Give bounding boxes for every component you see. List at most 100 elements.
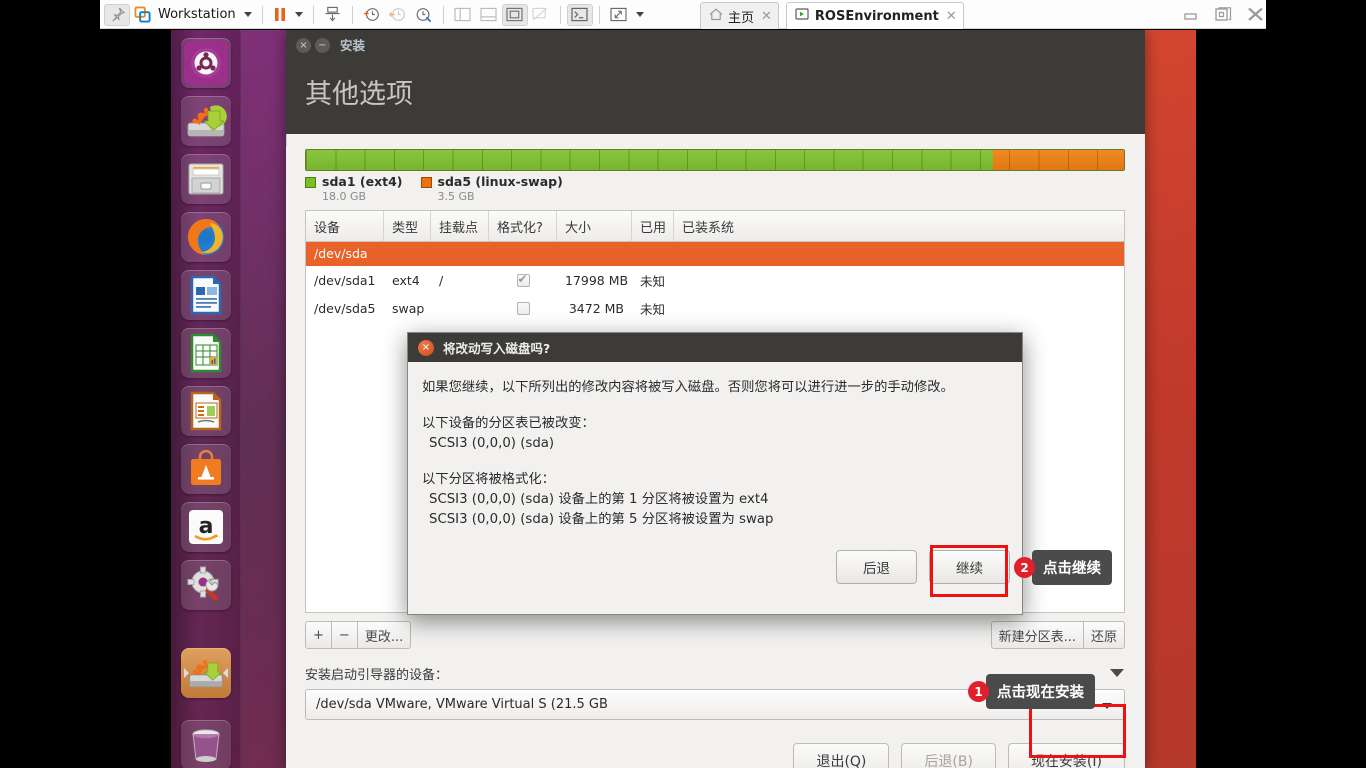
back-button[interactable]: 后退(B) bbox=[901, 743, 996, 768]
trash-icon bbox=[192, 729, 220, 762]
cell-used: 未知 bbox=[640, 273, 666, 289]
write-changes-dialog: × 将改动写入磁盘吗? 如果您继续，以下所列出的修改内容将被写入磁盘。否则您将可… bbox=[407, 332, 1023, 615]
column-header-used[interactable]: 已用 bbox=[632, 211, 674, 241]
snapshot-icon[interactable] bbox=[320, 4, 346, 26]
column-header-size[interactable]: 大小 bbox=[557, 211, 632, 241]
window-close-button[interactable]: × bbox=[296, 38, 311, 53]
launcher-item-firefox[interactable] bbox=[181, 212, 231, 262]
ubuntu-logo-icon bbox=[184, 41, 228, 85]
chevron-down-icon[interactable] bbox=[243, 12, 252, 17]
dialog-continue-button[interactable]: 继续 bbox=[929, 550, 1010, 584]
fullscreen-icon[interactable] bbox=[501, 3, 528, 26]
svg-text:a: a bbox=[199, 514, 214, 539]
new-partition-table-button[interactable]: 新建分区表... bbox=[990, 621, 1084, 649]
partition-actions-right: 新建分区表... 还原 bbox=[990, 621, 1125, 649]
close-icon[interactable]: ✕ bbox=[759, 9, 772, 24]
add-partition-button[interactable]: + bbox=[305, 621, 332, 649]
column-header-device[interactable]: 设备 bbox=[306, 211, 384, 241]
format-checkbox-sda1[interactable] bbox=[516, 273, 530, 287]
toolbar-divider bbox=[351, 5, 353, 24]
dialog-close-button[interactable]: × bbox=[418, 339, 434, 356]
legend-size: 18.0 GB bbox=[322, 190, 367, 203]
show-library-icon[interactable] bbox=[450, 4, 476, 26]
partition-table-header: 设备 类型 挂载点 格式化? 大小 已用 已装系统 bbox=[306, 211, 1124, 242]
unity-launcher: a bbox=[171, 30, 241, 768]
snapshot-revert-icon[interactable] bbox=[385, 4, 411, 26]
vmware-toolbar: Workstation 主页 ✕ ROSEnvironment ✕ bbox=[0, 0, 1366, 29]
power-menu-chevron-down-icon[interactable] bbox=[294, 12, 303, 17]
launcher-item-libreoffice-impress[interactable] bbox=[181, 386, 231, 436]
installer-window-title: 安装 bbox=[340, 38, 366, 53]
dialog-section1-item: SCSI3 (0,0,0) (sda) bbox=[429, 435, 555, 451]
launcher-item-libreoffice-calc[interactable] bbox=[181, 328, 231, 378]
pin-icon[interactable] bbox=[104, 3, 130, 26]
legend-swatch-sda5 bbox=[420, 177, 432, 188]
format-checkbox-sda5[interactable] bbox=[516, 301, 530, 315]
partition-actions-left: + − 更改... bbox=[305, 621, 412, 649]
table-row-disk[interactable]: /dev/sda bbox=[306, 242, 1124, 266]
screen-root: Workstation 主页 ✕ ROSEnvironment ✕ a × − … bbox=[0, 0, 1366, 768]
column-header-type[interactable]: 类型 bbox=[384, 211, 431, 241]
restore-icon[interactable] bbox=[1210, 4, 1236, 26]
remove-partition-button[interactable]: − bbox=[331, 621, 358, 649]
dialog-section2-item: SCSI3 (0,0,0) (sda) 设备上的第 1 分区将被设置为 ext4 bbox=[429, 491, 769, 507]
install-now-button[interactable]: 现在安装(I) bbox=[1007, 743, 1125, 768]
cell-type: swap bbox=[392, 300, 425, 316]
dialog-titlebar: × 将改动写入磁盘吗? bbox=[408, 333, 1022, 362]
callout-1-pointer-icon bbox=[1110, 669, 1124, 677]
legend-item-sda5: sda5 (linux-swap) 3.5 GB bbox=[420, 174, 563, 203]
snapshot-add-icon[interactable] bbox=[359, 4, 385, 26]
dialog-paragraph-intro: 如果您继续，以下所列出的修改内容将被写入磁盘。否则您将可以进行进一步的手动修改。 bbox=[422, 380, 954, 395]
dialog-section2-heading: 以下分区将被格式化： bbox=[422, 471, 555, 487]
column-header-mount[interactable]: 挂载点 bbox=[431, 211, 489, 241]
home-icon bbox=[709, 7, 723, 25]
console-icon[interactable] bbox=[566, 3, 593, 26]
launcher-item-installer-running[interactable] bbox=[181, 648, 231, 698]
revert-button[interactable]: 还原 bbox=[1083, 621, 1125, 649]
stretch-chevron-down-icon[interactable] bbox=[635, 12, 644, 17]
cell-mount: / bbox=[439, 272, 444, 288]
window-minimize-button[interactable]: − bbox=[315, 38, 330, 53]
chevron-down-icon[interactable] bbox=[1102, 703, 1112, 709]
desktop-wallpaper-accent bbox=[1141, 30, 1196, 768]
amazon-icon: a bbox=[189, 510, 223, 544]
launcher-item-system-settings[interactable] bbox=[181, 560, 231, 610]
stretch-icon[interactable] bbox=[606, 4, 632, 26]
vmware-tab-home[interactable]: 主页 ✕ bbox=[700, 2, 779, 29]
table-row[interactable]: /dev/sda1 ext4 / 17998 MB 未知 bbox=[306, 266, 1124, 294]
column-header-system[interactable]: 已装系统 bbox=[674, 211, 1124, 241]
launcher-item-install-ubuntu[interactable] bbox=[181, 96, 231, 146]
minimize-icon[interactable] bbox=[1178, 4, 1204, 26]
toolbar-divider bbox=[559, 5, 561, 24]
show-thumbnail-bar-icon[interactable] bbox=[476, 4, 502, 26]
cell-size: 17998 MB bbox=[565, 272, 629, 288]
launcher-item-ubuntu-dash[interactable] bbox=[181, 38, 231, 88]
libreoffice-impress-icon bbox=[190, 391, 222, 431]
close-icon[interactable] bbox=[1242, 4, 1268, 26]
change-partition-button[interactable]: 更改... bbox=[357, 621, 412, 649]
launcher-item-trash[interactable] bbox=[181, 720, 231, 768]
unity-mode-icon[interactable] bbox=[528, 4, 554, 26]
launcher-focused-pip-right-icon bbox=[223, 668, 228, 678]
launcher-item-libreoffice-writer[interactable] bbox=[181, 270, 231, 320]
callout-tooltip-2: 点击继续 bbox=[1032, 550, 1112, 585]
column-header-format[interactable]: 格式化? bbox=[489, 211, 557, 241]
vmware-app-label: Workstation bbox=[158, 7, 236, 22]
table-row[interactable]: /dev/sda5 swap 3472 MB 未知 bbox=[306, 294, 1124, 322]
launcher-item-amazon[interactable]: a bbox=[181, 502, 231, 552]
toolbar-divider bbox=[442, 5, 444, 24]
snapshot-manager-icon[interactable] bbox=[411, 4, 437, 26]
close-icon[interactable]: ✕ bbox=[944, 9, 957, 24]
vmware-tab-label: ROSEnvironment bbox=[814, 8, 939, 24]
dialog-back-button[interactable]: 后退 bbox=[836, 550, 917, 584]
launcher-item-ubuntu-software[interactable] bbox=[181, 444, 231, 494]
system-settings-icon bbox=[187, 566, 219, 601]
dialog-body: 如果您继续，以下所列出的修改内容将被写入磁盘。否则您将可以进行进一步的手动修改。… bbox=[408, 362, 1022, 530]
launcher-item-files[interactable] bbox=[181, 154, 231, 204]
cell-used: 未知 bbox=[640, 301, 666, 317]
toolbar-divider bbox=[261, 5, 263, 24]
vmware-tab-rosenvironment[interactable]: ROSEnvironment ✕ bbox=[785, 2, 964, 29]
legend-size: 3.5 GB bbox=[437, 190, 475, 203]
quit-button[interactable]: 退出(Q) bbox=[793, 743, 890, 768]
pause-icon[interactable] bbox=[269, 4, 291, 26]
